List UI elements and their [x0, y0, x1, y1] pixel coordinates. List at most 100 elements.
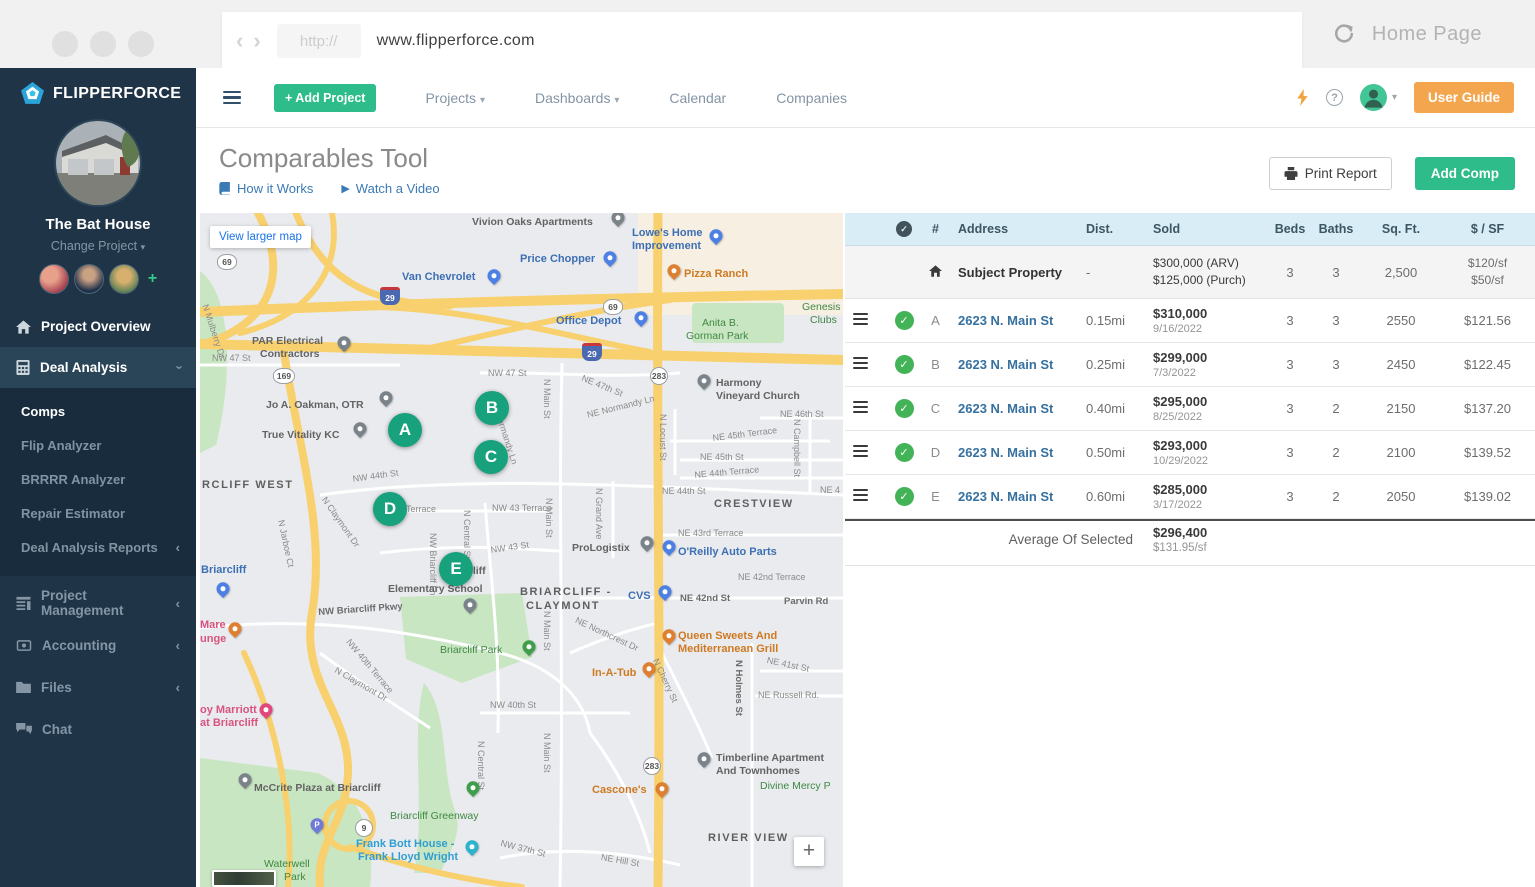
comp-baths: 3 [1332, 357, 1340, 372]
brand-logo[interactable]: FLIPPERFORCE [0, 68, 196, 112]
comp-sqft: 2550 [1386, 313, 1416, 328]
map-label: Cascone's [592, 784, 647, 796]
drag-handle-icon[interactable] [853, 354, 868, 372]
map-label: Mare [200, 619, 226, 631]
user-guide-button[interactable]: User Guide [1413, 82, 1514, 113]
satellite-toggle-thumbnail[interactable] [212, 870, 276, 887]
help-icon[interactable]: ? [1325, 89, 1343, 106]
subject-sold: $300,000 (ARV) $125,000 (Purch) [1153, 255, 1246, 287]
comp-address-link[interactable]: 2623 N. Main St [948, 313, 1080, 328]
map-label: RIVER VIEW [708, 832, 789, 844]
topnav-item-projects[interactable]: Projects ▾ [400, 90, 510, 106]
view-larger-map-button[interactable]: View larger map [210, 226, 311, 248]
selected-check-icon[interactable]: ✓ [894, 487, 914, 506]
url-text[interactable]: www.flipperforce.com [377, 32, 535, 50]
average-label: Average Of Selected [1008, 531, 1133, 547]
sidebar-item-project-overview[interactable]: Project Overview [0, 306, 196, 347]
comp-address-link[interactable]: 2623 N. Main St [948, 489, 1080, 504]
selected-check-icon[interactable]: ✓ [894, 311, 914, 330]
topnav-item-dashboards[interactable]: Dashboards ▾ [510, 90, 644, 106]
change-project[interactable]: Change Project ▾ [0, 239, 196, 253]
team-avatar[interactable] [108, 264, 139, 294]
comp-row-c: ✓ C 2623 N. Main St 0.40mi $295,000 8/25/… [845, 387, 1535, 431]
sidebar-item-files[interactable]: Files ‹ [0, 666, 196, 708]
comp-address-link[interactable]: 2623 N. Main St [948, 445, 1080, 460]
topnav-item-companies[interactable]: Companies [751, 90, 872, 106]
map-label: Clubs [810, 314, 837, 326]
comp-row-a: ✓ A 2623 N. Main St 0.15mi $310,000 9/16/… [845, 299, 1535, 343]
road-shield-icon: 69 [217, 254, 237, 270]
sidebar-item-comps[interactable]: Comps [0, 394, 196, 428]
drag-handle-icon[interactable] [853, 398, 868, 416]
lightning-icon[interactable] [1296, 89, 1309, 106]
comp-sold: $285,000 3/17/2022 [1153, 482, 1208, 511]
map-label: unge [200, 633, 227, 645]
drag-handle-icon[interactable] [853, 442, 868, 460]
add-team-member-button[interactable]: + [148, 270, 157, 288]
hamburger-menu-icon[interactable] [223, 88, 241, 108]
map-label: Parvin Rd [784, 596, 829, 607]
comp-sqft: 2450 [1386, 357, 1416, 372]
selected-check-icon[interactable]: ✓ [894, 355, 914, 374]
map-label: Vineyard Church [716, 390, 800, 402]
team-avatar[interactable] [38, 264, 69, 294]
map-label: N Grand Ave [594, 488, 604, 540]
map-poi-pin-icon: P [307, 815, 327, 834]
add-project-button[interactable]: + Add Project [274, 83, 377, 112]
main-content: Comparables Tool How it Works ▶ Watch a … [196, 127, 1535, 887]
map-zoom-in-button[interactable]: + [794, 837, 824, 866]
comp-address-link[interactable]: 2623 N. Main St [948, 357, 1080, 372]
map-label: Jo A. Oakman, OTR [266, 399, 364, 411]
comp-marker-b[interactable]: B [475, 391, 509, 425]
watch-video-link[interactable]: ▶ Watch a Video [341, 181, 439, 196]
map-label: NE 43rd Terrace [678, 528, 744, 538]
comp-dist: 0.40mi [1086, 401, 1126, 416]
col-psf: $ / SF [1470, 222, 1505, 236]
sidebar-item-project-management[interactable]: Project Management ‹ [0, 582, 196, 624]
selected-check-icon[interactable]: ✓ [894, 399, 914, 418]
how-it-works-link[interactable]: How it Works [219, 181, 313, 196]
topnav-menu-items: Projects ▾ Dashboards ▾ Calendar Companies [400, 90, 872, 106]
selected-check-icon[interactable]: ✓ [894, 443, 914, 462]
sidebar-item-chat[interactable]: Chat [0, 708, 196, 750]
forward-icon[interactable]: › [253, 30, 260, 52]
drag-handle-icon[interactable] [853, 486, 868, 504]
topnav-item-calendar[interactable]: Calendar [644, 90, 751, 106]
road-shield-icon: 29 [380, 287, 400, 305]
drag-handle-icon[interactable] [853, 310, 868, 328]
comp-address-link[interactable]: 2623 N. Main St [948, 401, 1080, 416]
comp-marker-e[interactable]: E [439, 552, 473, 586]
map-label: PAR Electrical [252, 335, 324, 347]
back-icon[interactable]: ‹ [236, 30, 243, 52]
team-avatar[interactable] [73, 264, 104, 294]
sidebar-item-flip-analyzer[interactable]: Flip Analyzer [0, 428, 196, 462]
chevron-down-icon: ▾ [614, 94, 620, 106]
comp-marker-d[interactable]: D [373, 492, 407, 526]
road-shield-icon: 283 [643, 757, 661, 775]
chevron-left-icon: ‹ [175, 679, 180, 695]
comp-sqft: 2050 [1386, 489, 1416, 504]
comp-psf: $122.45 [1464, 357, 1511, 372]
map-label: N Main St [542, 611, 552, 651]
col-sold: Sold [1153, 222, 1181, 236]
comp-marker-c[interactable]: C [474, 440, 508, 474]
home-page-link[interactable]: Home Page [1372, 23, 1482, 46]
print-report-button[interactable]: Print Report [1268, 157, 1392, 190]
url-bar[interactable]: ‹ › http:// www.flipperforce.com [222, 12, 1302, 70]
url-scheme: http:// [276, 24, 361, 58]
comp-baths: 2 [1332, 445, 1340, 460]
map-label: CRESTVIEW [714, 498, 794, 510]
comp-marker-a[interactable]: A [388, 413, 422, 447]
chat-icon [16, 722, 32, 736]
sidebar-item-repair-estimator[interactable]: Repair Estimator [0, 496, 196, 530]
add-comp-button[interactable]: Add Comp [1414, 157, 1515, 190]
refresh-icon[interactable] [1331, 21, 1357, 47]
user-avatar[interactable]: ▾ [1359, 84, 1397, 111]
project-photo[interactable] [54, 119, 142, 207]
sidebar-item-accounting[interactable]: Accounting ‹ [0, 624, 196, 666]
sidebar-item-deal-analysis-reports[interactable]: Deal Analysis Reports ‹ [0, 530, 196, 564]
comps-map[interactable]: View larger map + Vivion Oaks Apartments… [200, 213, 843, 887]
table-header-row: ✓ # Address Dist. Sold Beds Baths Sq. Ft… [845, 213, 1535, 246]
sidebar-item-deal-analysis[interactable]: Deal Analysis ‹ [0, 347, 196, 388]
sidebar-item-brrrr-analyzer[interactable]: BRRRR Analyzer [0, 462, 196, 496]
